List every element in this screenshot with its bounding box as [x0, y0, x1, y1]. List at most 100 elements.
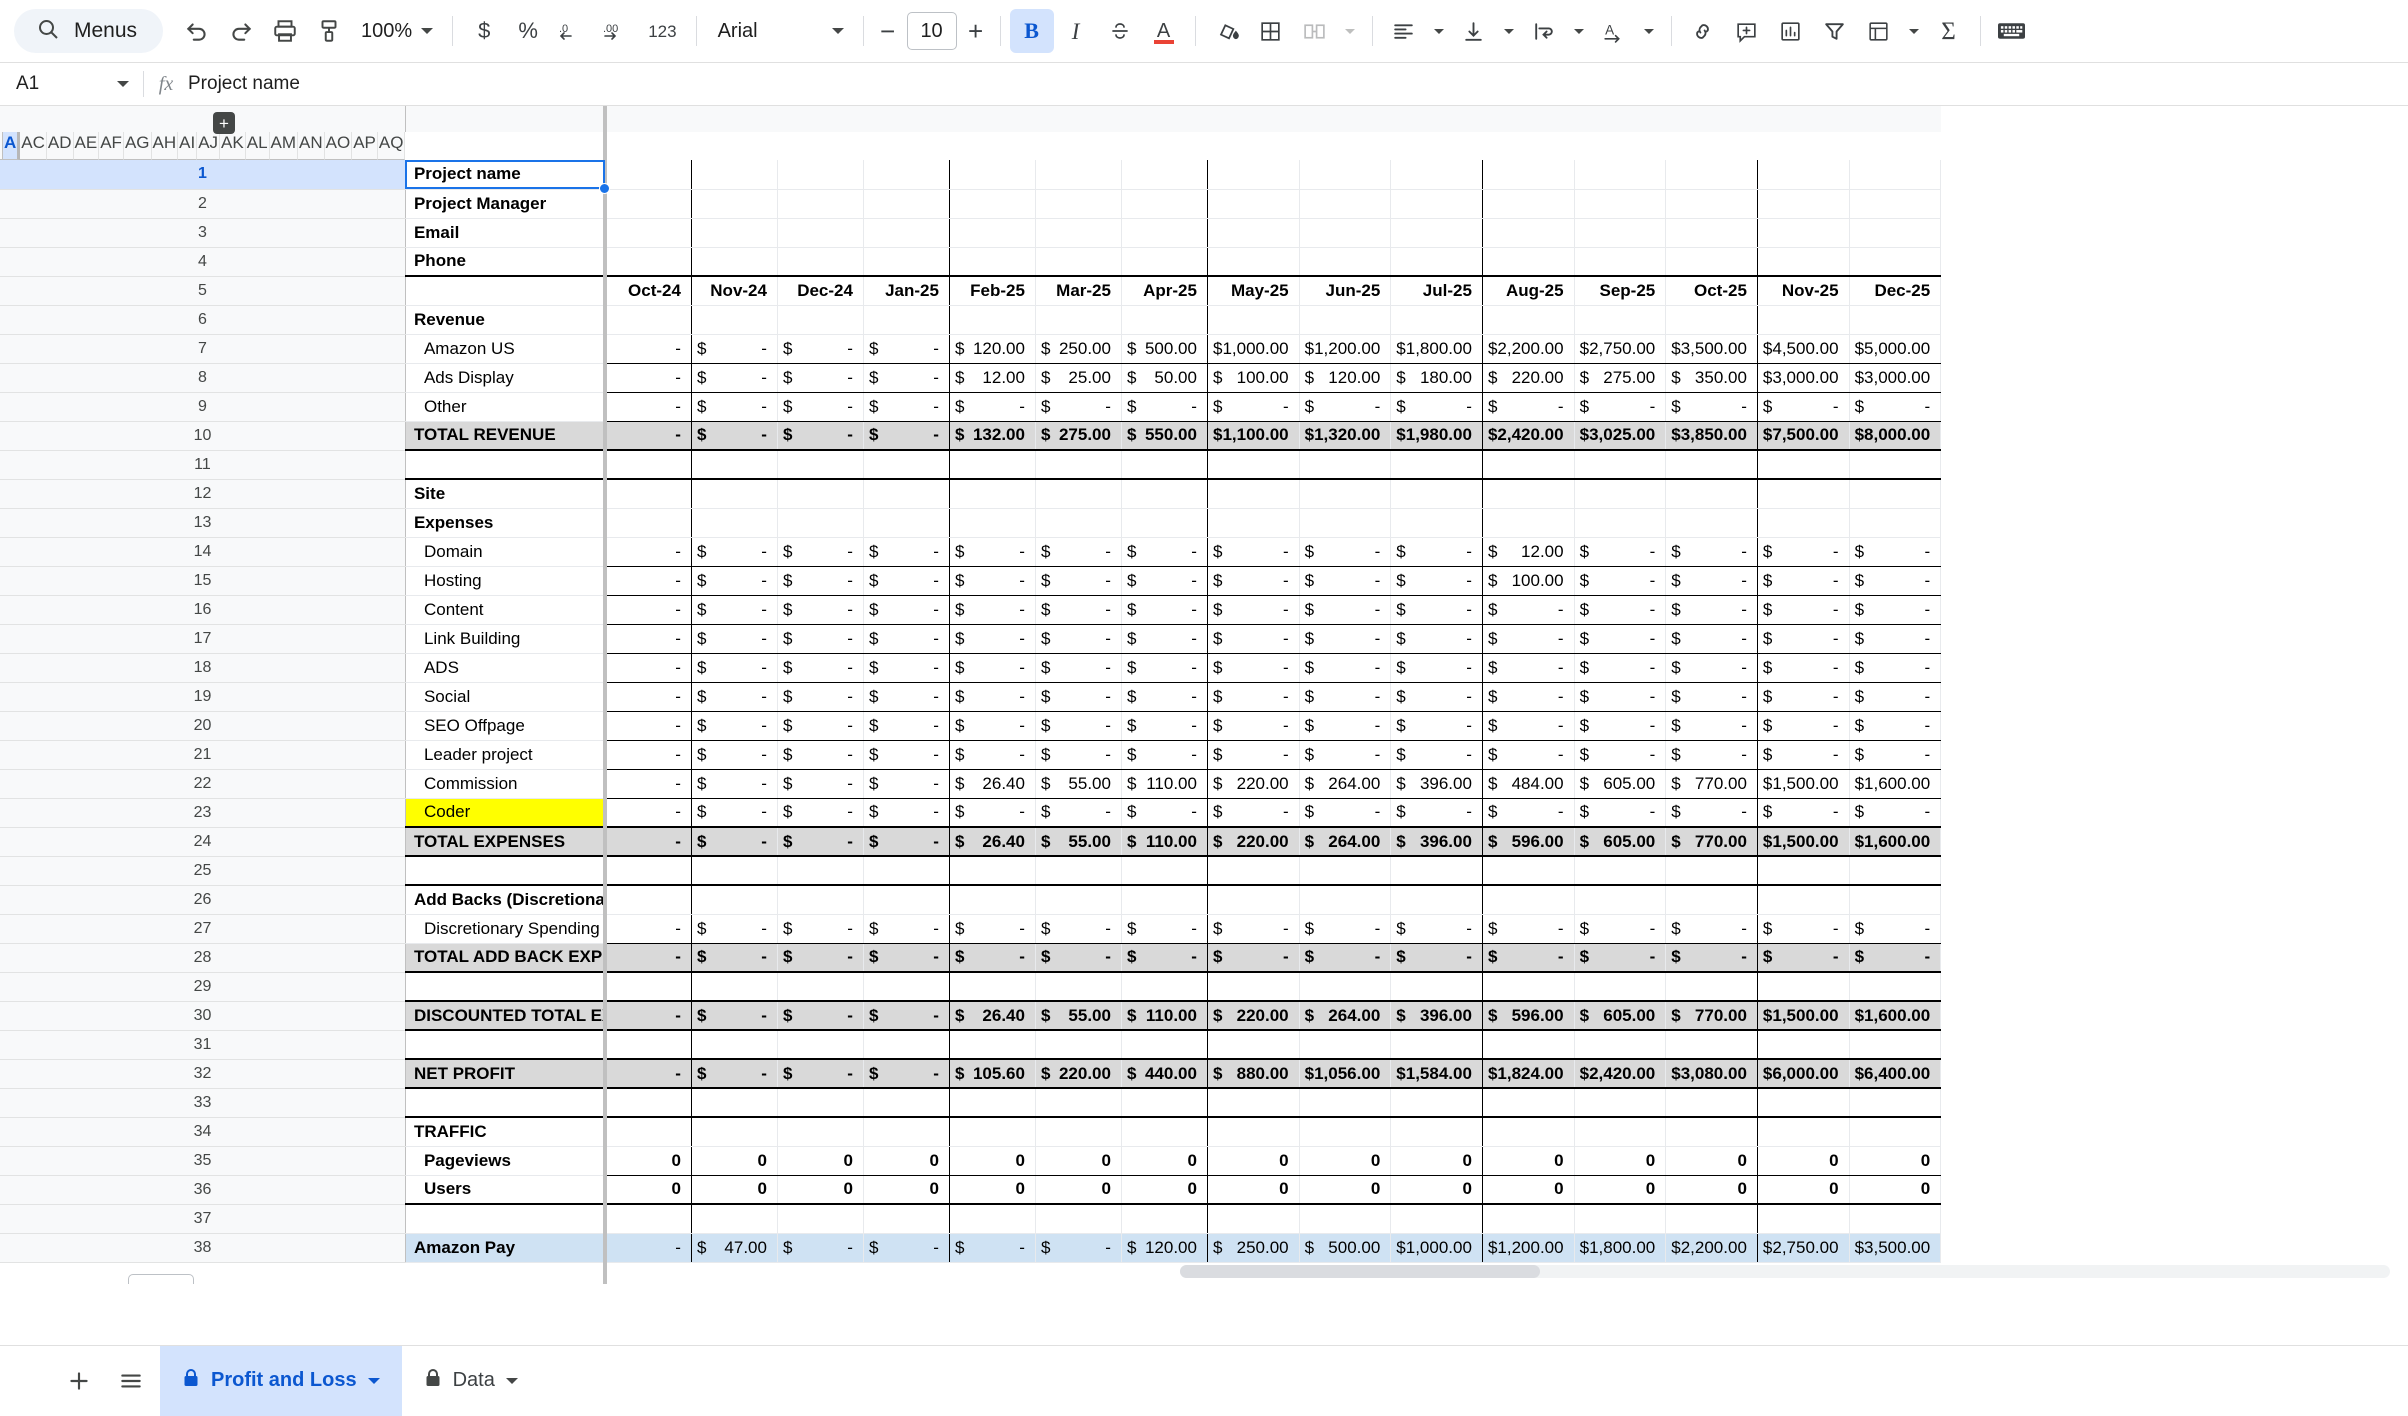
- cell-ao21[interactable]: $-: [1666, 740, 1758, 769]
- cell-af15[interactable]: $-: [863, 566, 949, 595]
- cell-ah6[interactable]: [1035, 305, 1121, 334]
- horizontal-align-icon[interactable]: [1382, 9, 1426, 53]
- cell-ah17[interactable]: $-: [1035, 624, 1121, 653]
- cell-ah22[interactable]: $55.00: [1035, 769, 1121, 798]
- table-row[interactable]: 19Social-$-$-$-$-$-$-$-$-$-$-$-$-$-$-: [0, 682, 1941, 711]
- cell-ac7[interactable]: -: [605, 334, 691, 363]
- cell-ap23[interactable]: $-: [1757, 798, 1849, 827]
- row-header-28[interactable]: 28: [0, 943, 405, 972]
- cell-af16[interactable]: $-: [863, 595, 949, 624]
- cell-a36[interactable]: Users: [405, 1175, 605, 1204]
- cell-al23[interactable]: $-: [1391, 798, 1483, 827]
- cell-ap2[interactable]: [1757, 189, 1849, 218]
- cell-aq1[interactable]: [1849, 160, 1941, 189]
- cell-ai28[interactable]: $-: [1121, 943, 1207, 972]
- cell-ad2[interactable]: [691, 189, 777, 218]
- cell-ae38[interactable]: $-: [777, 1233, 863, 1262]
- cell-ak35[interactable]: 0: [1299, 1146, 1391, 1175]
- cell-ai12[interactable]: [1121, 479, 1207, 508]
- name-box[interactable]: A1: [0, 63, 143, 105]
- row-header-10[interactable]: 10: [0, 421, 405, 450]
- bold-icon[interactable]: B: [1010, 9, 1054, 53]
- cell-ap21[interactable]: $-: [1757, 740, 1849, 769]
- cell-ad15[interactable]: $-: [691, 566, 777, 595]
- paint-format-icon[interactable]: [307, 9, 351, 53]
- cell-aj13[interactable]: [1207, 508, 1299, 537]
- cell-ap26[interactable]: [1757, 885, 1849, 914]
- text-wrap-dropdown[interactable]: [1566, 9, 1592, 53]
- cell-ae22[interactable]: $-: [777, 769, 863, 798]
- cell-ao16[interactable]: $-: [1666, 595, 1758, 624]
- cell-al7[interactable]: $1,800.00: [1391, 334, 1483, 363]
- cell-ao5[interactable]: Oct-25: [1666, 276, 1758, 305]
- cell-am38[interactable]: $1,200.00: [1482, 1233, 1574, 1262]
- cell-af1[interactable]: [863, 160, 949, 189]
- cell-al35[interactable]: 0: [1391, 1146, 1483, 1175]
- cell-ah27[interactable]: $-: [1035, 914, 1121, 943]
- cell-ao32[interactable]: $3,080.00: [1666, 1059, 1758, 1088]
- cell-ao24[interactable]: $770.00: [1666, 827, 1758, 856]
- cell-aj11[interactable]: [1207, 450, 1299, 479]
- cell-al32[interactable]: $1,584.00: [1391, 1059, 1483, 1088]
- cell-af3[interactable]: [863, 218, 949, 247]
- cell-ap11[interactable]: [1757, 450, 1849, 479]
- cell-ac2[interactable]: [605, 189, 691, 218]
- cell-ap29[interactable]: [1757, 972, 1849, 1001]
- cell-ap1[interactable]: [1757, 160, 1849, 189]
- cell-ad1[interactable]: [691, 160, 777, 189]
- cell-am28[interactable]: $-: [1482, 943, 1574, 972]
- cell-aq21[interactable]: $-: [1849, 740, 1941, 769]
- cell-ai11[interactable]: [1121, 450, 1207, 479]
- cell-ap3[interactable]: [1757, 218, 1849, 247]
- cell-af19[interactable]: $-: [863, 682, 949, 711]
- cell-ai20[interactable]: $-: [1121, 711, 1207, 740]
- cell-ao7[interactable]: $3,500.00: [1666, 334, 1758, 363]
- table-row[interactable]: 27Discretionary Spending #1-$-$-$-$-$-$-…: [0, 914, 1941, 943]
- cell-a9[interactable]: Other: [405, 392, 605, 421]
- cell-an36[interactable]: 0: [1574, 1175, 1666, 1204]
- cell-am9[interactable]: $-: [1482, 392, 1574, 421]
- cell-ak28[interactable]: $-: [1299, 943, 1391, 972]
- cell-ae24[interactable]: $-: [777, 827, 863, 856]
- cell-al26[interactable]: [1391, 885, 1483, 914]
- column-header-aj[interactable]: AJ: [197, 132, 220, 160]
- cell-aq29[interactable]: [1849, 972, 1941, 1001]
- cell-ah26[interactable]: [1035, 885, 1121, 914]
- cell-am20[interactable]: $-: [1482, 711, 1574, 740]
- row-header-24[interactable]: 24: [0, 827, 405, 856]
- row-header-23[interactable]: 23: [0, 798, 405, 827]
- text-rotation-icon[interactable]: A: [1592, 9, 1636, 53]
- cell-ae21[interactable]: $-: [777, 740, 863, 769]
- horizontal-scrollbar-thumb[interactable]: [1180, 1265, 1540, 1278]
- sheet-tab-menu-icon[interactable]: [506, 1378, 518, 1384]
- cell-ah38[interactable]: $-: [1035, 1233, 1121, 1262]
- cell-a33[interactable]: [405, 1088, 605, 1117]
- cell-aq20[interactable]: $-: [1849, 711, 1941, 740]
- cell-ae35[interactable]: 0: [777, 1146, 863, 1175]
- cell-ai9[interactable]: $-: [1121, 392, 1207, 421]
- cell-ap37[interactable]: [1757, 1204, 1849, 1233]
- cell-aq24[interactable]: $1,600.00: [1849, 827, 1941, 856]
- cell-af5[interactable]: Jan-25: [863, 276, 949, 305]
- cell-am30[interactable]: $596.00: [1482, 1001, 1574, 1030]
- cell-ap32[interactable]: $6,000.00: [1757, 1059, 1849, 1088]
- cell-al29[interactable]: [1391, 972, 1483, 1001]
- horizontal-align-dropdown[interactable]: [1426, 9, 1452, 53]
- cell-am19[interactable]: $-: [1482, 682, 1574, 711]
- cell-ak34[interactable]: [1299, 1117, 1391, 1146]
- cell-al25[interactable]: [1391, 856, 1483, 885]
- cell-al4[interactable]: [1391, 247, 1483, 276]
- cell-an4[interactable]: [1574, 247, 1666, 276]
- cell-ak2[interactable]: [1299, 189, 1391, 218]
- cell-ah36[interactable]: 0: [1035, 1175, 1121, 1204]
- cell-ac24[interactable]: -: [605, 827, 691, 856]
- cell-aq9[interactable]: $-: [1849, 392, 1941, 421]
- cell-am13[interactable]: [1482, 508, 1574, 537]
- cell-ai22[interactable]: $110.00: [1121, 769, 1207, 798]
- cell-ac13[interactable]: [605, 508, 691, 537]
- cell-ai13[interactable]: [1121, 508, 1207, 537]
- cell-aq18[interactable]: $-: [1849, 653, 1941, 682]
- cell-ae33[interactable]: [777, 1088, 863, 1117]
- cell-af23[interactable]: $-: [863, 798, 949, 827]
- cell-ak12[interactable]: [1299, 479, 1391, 508]
